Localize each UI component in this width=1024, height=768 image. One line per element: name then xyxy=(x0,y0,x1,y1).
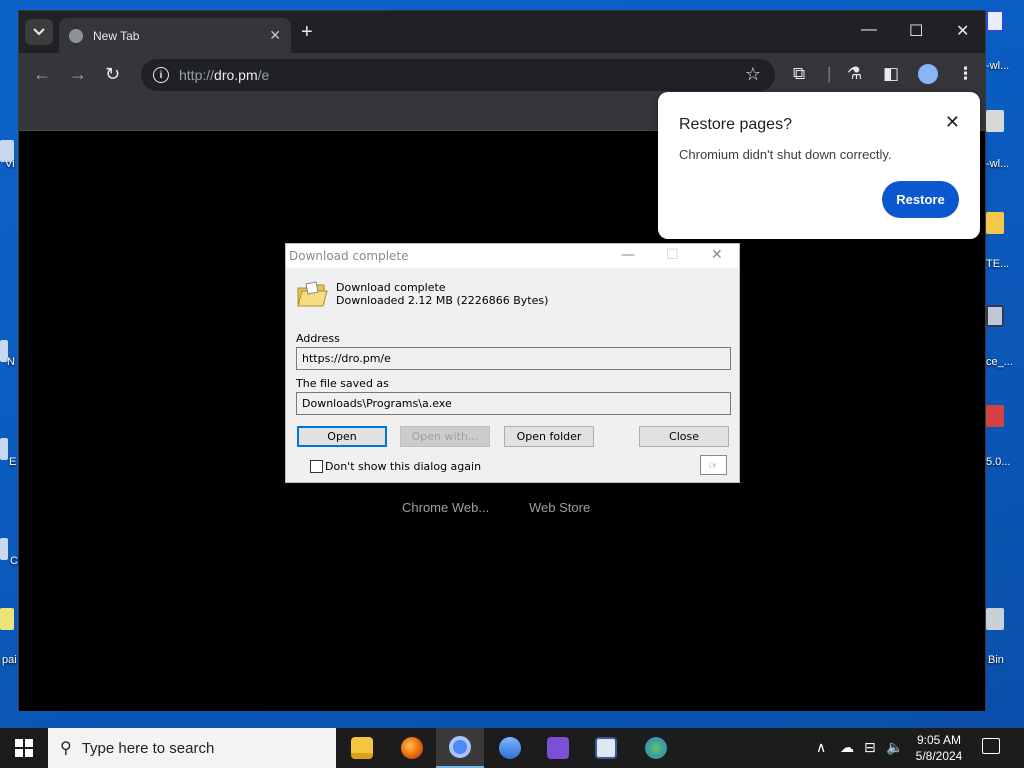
desktop-icon-label: Bin xyxy=(988,654,1004,666)
taskbar: ⚲ Type here to search ∧ ☁ ⊟ 🔈 9:05 AM 5/… xyxy=(0,728,1024,768)
desktop-icon-label: ce_... xyxy=(986,356,1013,368)
clock-date: 5/8/2024 xyxy=(915,749,963,763)
network-app-icon[interactable] xyxy=(632,728,680,768)
desktop-icon-left-5[interactable] xyxy=(0,608,14,630)
saved-as-field[interactable]: Downloads\Programs\a.exe xyxy=(296,392,731,415)
side-panel-icon[interactable]: ◧ xyxy=(883,64,899,84)
desktop-icon-label: 5.0... xyxy=(986,456,1011,468)
visual-studio-icon[interactable] xyxy=(534,728,582,768)
download-complete-dialog: Download complete — ☐ ✕ Download complet… xyxy=(285,243,740,483)
desktop-icon-right-5[interactable] xyxy=(986,405,1004,427)
windows-logo-icon xyxy=(15,739,33,757)
paint-app-icon[interactable] xyxy=(582,728,630,768)
toolbar-divider: | xyxy=(827,64,832,83)
close-button[interactable]: Close xyxy=(639,426,729,447)
address-field[interactable]: https://dro.pm/e xyxy=(296,347,731,370)
download-size: Downloaded 2.12 MB (2226866 Bytes) xyxy=(336,294,549,307)
chevron-up-icon[interactable]: ∧ xyxy=(816,739,826,756)
kebab-menu-icon[interactable]: ⋮ xyxy=(957,64,974,84)
desktop-icon-label: -wl... xyxy=(986,158,1010,170)
profile-avatar-icon[interactable] xyxy=(918,64,938,84)
clock-time: 9:05 AM xyxy=(916,733,962,747)
minimize-button[interactable]: — xyxy=(861,21,877,39)
dialog-title: Download complete xyxy=(289,249,409,263)
open-folder-icon xyxy=(297,281,328,307)
network-tray-icon[interactable]: ☁ xyxy=(840,739,854,756)
address-label: Address xyxy=(296,332,340,345)
extensions-icon[interactable]: ⧉ xyxy=(793,64,805,84)
restore-button[interactable]: Restore xyxy=(882,181,959,218)
desktop-icon-label: pai xyxy=(2,654,17,666)
desktop-icon-right-3[interactable] xyxy=(986,212,1004,234)
ethernet-icon[interactable]: ⊟ xyxy=(864,739,876,756)
file-explorer-icon[interactable] xyxy=(338,728,386,768)
close-icon[interactable]: ✕ xyxy=(945,112,960,133)
restore-bubble-message: Chromium didn't shut down correctly. xyxy=(679,147,892,162)
dialog-titlebar[interactable]: Download complete — ☐ ✕ xyxy=(286,244,739,268)
dialog-close-button[interactable]: ✕ xyxy=(711,247,723,263)
restore-pages-bubble: Restore pages? ✕ Chromium didn't shut do… xyxy=(658,92,980,239)
saved-as-label: The file saved as xyxy=(296,377,389,390)
dont-show-label: Don't show this dialog again xyxy=(325,460,482,473)
dont-show-checkbox[interactable] xyxy=(310,460,323,473)
chevron-down-icon xyxy=(33,28,45,36)
toolbar: ← → ↻ i http:// dro.pm /e ☆ ⧉ | ⚗ ◧ ⋮ xyxy=(19,53,985,97)
globe-icon xyxy=(69,28,83,43)
ntp-shortcut-web-store[interactable]: Web Store xyxy=(529,500,590,515)
open-folder-button[interactable]: Open folder xyxy=(504,426,594,447)
back-icon[interactable]: ← xyxy=(33,64,51,84)
maximize-button: ☐ xyxy=(666,247,679,263)
url-path: /e xyxy=(257,67,270,83)
forward-icon[interactable]: → xyxy=(69,64,87,84)
system-clock[interactable]: 9:05 AM 5/8/2024 xyxy=(910,732,968,764)
desktop-icon-right-4[interactable] xyxy=(986,305,1004,327)
window-close-button[interactable]: ✕ xyxy=(956,21,969,41)
desktop-icon-left-3[interactable] xyxy=(0,438,8,460)
address-bar[interactable]: i http:// dro.pm /e ☆ xyxy=(141,59,775,91)
ntp-shortcut-chrome-web[interactable]: Chrome Web... xyxy=(402,500,489,515)
notification-icon[interactable] xyxy=(982,738,1000,754)
firefox-icon[interactable] xyxy=(388,728,436,768)
search-icon: ⚲ xyxy=(60,740,72,757)
maximize-button[interactable]: ☐ xyxy=(909,21,923,41)
chromium-icon[interactable] xyxy=(436,728,484,768)
taskbar-search[interactable]: ⚲ Type here to search xyxy=(48,728,336,768)
open-button[interactable]: Open xyxy=(297,426,387,447)
desktop-icon-label: E xyxy=(9,456,17,468)
tab-strip: New Tab ✕ + — ☐ ✕ xyxy=(19,11,985,53)
search-placeholder: Type here to search xyxy=(81,739,215,757)
desktop-icon-label: -wl... xyxy=(986,60,1010,72)
desktop-icon-label: TE... xyxy=(986,258,1010,270)
tab-new-tab[interactable]: New Tab ✕ xyxy=(59,18,291,53)
reload-icon[interactable]: ↻ xyxy=(105,64,120,84)
desktop-icon-right-1[interactable] xyxy=(986,10,1004,32)
info-icon[interactable]: i xyxy=(153,67,169,83)
desktop-icon-right-2[interactable] xyxy=(986,110,1004,132)
start-button[interactable] xyxy=(0,728,48,768)
url-scheme: http:// xyxy=(179,67,215,83)
desktop-icon-label: N xyxy=(7,356,15,368)
url-host: dro.pm xyxy=(214,67,258,83)
desktop-icon-left-4[interactable] xyxy=(0,538,8,560)
restore-bubble-title: Restore pages? xyxy=(679,116,792,133)
new-tab-button[interactable]: + xyxy=(301,22,313,42)
close-icon[interactable]: ✕ xyxy=(269,27,281,44)
hand-pointer-icon[interactable]: ☞ xyxy=(700,455,727,475)
labs-flask-icon[interactable]: ⚗ xyxy=(847,64,862,84)
desktop-icon-label: Vi xyxy=(5,158,15,170)
people-app-icon[interactable] xyxy=(486,728,534,768)
tab-search-button[interactable] xyxy=(25,19,53,45)
minimize-button[interactable]: — xyxy=(621,247,635,263)
open-with-button: Open with... xyxy=(400,426,490,447)
volume-muted-icon[interactable]: 🔈 xyxy=(886,739,903,756)
desktop-icon-label: C xyxy=(10,555,18,567)
tab-title: New Tab xyxy=(93,28,140,43)
recycle-bin-icon[interactable] xyxy=(986,608,1004,630)
bookmark-star-icon[interactable]: ☆ xyxy=(745,64,761,85)
download-heading: Download complete xyxy=(336,281,446,294)
